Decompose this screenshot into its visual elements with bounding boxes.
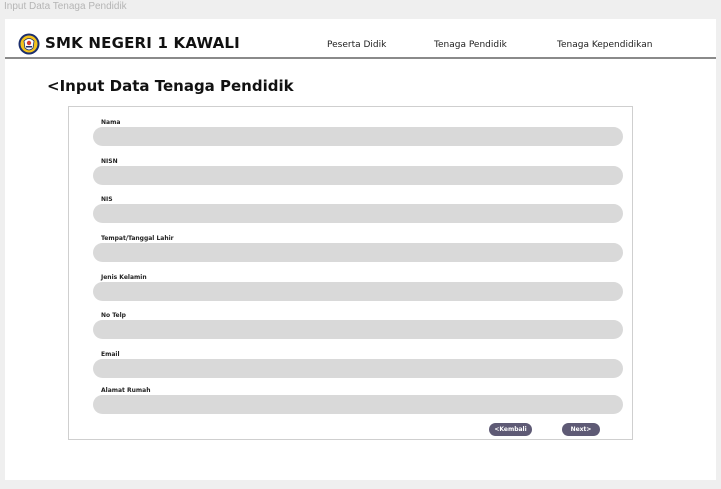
nav-peserta-didik[interactable]: Peserta Didik xyxy=(327,40,386,50)
frame-title: Input Data Tenaga Pendidik xyxy=(4,1,127,12)
field-label-email: Email xyxy=(101,351,120,358)
app-frame: SMK NEGERI 1 KAWALI Peserta Didik Tenaga… xyxy=(5,19,716,480)
back-button[interactable]: <Kembali xyxy=(489,423,532,436)
field-label-ttl: Tempat/Tanggal Lahir xyxy=(101,235,174,242)
email-input[interactable] xyxy=(93,359,623,378)
jenis-kelamin-input[interactable] xyxy=(93,282,623,301)
school-name: SMK NEGERI 1 KAWALI xyxy=(45,34,240,52)
nav-tenaga-pendidik[interactable]: Tenaga Pendidik xyxy=(434,40,507,50)
school-crest-icon xyxy=(18,33,40,55)
field-label-no-telp: No Telp xyxy=(101,312,126,319)
alamat-rumah-input[interactable] xyxy=(93,395,623,414)
tempat-tanggal-lahir-input[interactable] xyxy=(93,243,623,262)
next-button[interactable]: Next> xyxy=(562,423,600,436)
nav-tenaga-kependidikan[interactable]: Tenaga Kependidikan xyxy=(557,40,652,50)
field-label-nama: Nama xyxy=(101,119,121,126)
form-card: Nama NISN NIS Tempat/Tanggal Lahir Jenis… xyxy=(68,106,633,440)
nama-input[interactable] xyxy=(93,127,623,146)
field-label-nis: NIS xyxy=(101,196,113,203)
nisn-input[interactable] xyxy=(93,166,623,185)
top-navbar: SMK NEGERI 1 KAWALI Peserta Didik Tenaga… xyxy=(5,19,716,59)
field-label-alamat: Alamat Rumah xyxy=(101,387,151,394)
field-label-nisn: NISN xyxy=(101,158,118,165)
field-label-jenis-kelamin: Jenis Kelamin xyxy=(101,274,147,281)
page-title-back-link[interactable]: <Input Data Tenaga Pendidik xyxy=(47,77,294,95)
no-telp-input[interactable] xyxy=(93,320,623,339)
nis-input[interactable] xyxy=(93,204,623,223)
